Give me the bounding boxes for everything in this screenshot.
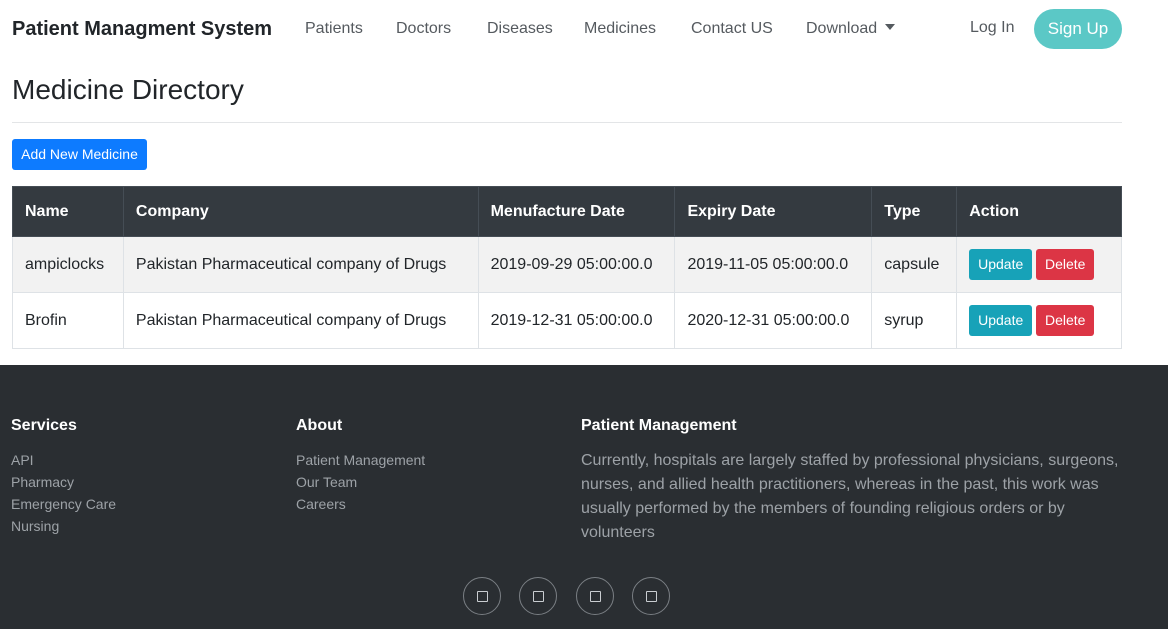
update-button[interactable]: Update bbox=[969, 249, 1033, 280]
caret-down-icon bbox=[885, 24, 896, 30]
header-manufacture-date: Menufacture Date bbox=[477, 186, 676, 237]
social-button[interactable] bbox=[576, 577, 614, 615]
footer-link-nursing[interactable]: Nursing bbox=[11, 515, 116, 537]
update-button[interactable]: Update bbox=[969, 305, 1033, 336]
cell-action: Update Delete bbox=[956, 292, 1122, 349]
footer-heading-patient-management: Patient Management bbox=[581, 417, 737, 434]
footer-heading-about: About bbox=[296, 417, 343, 434]
footer-heading-services: Services bbox=[11, 417, 77, 434]
cell-company: Pakistan Pharmaceutical company of Drugs bbox=[122, 292, 479, 349]
footer-link-patient-management[interactable]: Patient Management bbox=[296, 449, 425, 471]
footer: Services API Pharmacy Emergency Care Nur… bbox=[0, 365, 1168, 629]
cell-type: syrup bbox=[871, 292, 958, 349]
header-expiry-date: Expiry Date bbox=[674, 186, 873, 237]
cell-expiry-date: 2019-11-05 05:00:00.0 bbox=[674, 236, 873, 293]
login-link[interactable]: Log In bbox=[970, 19, 1014, 37]
footer-services: Services API Pharmacy Emergency Care Nur… bbox=[11, 417, 116, 537]
header-name: Name bbox=[12, 186, 124, 237]
header-type: Type bbox=[871, 186, 958, 237]
brand-title[interactable]: Patient Managment System bbox=[12, 18, 272, 41]
social-button[interactable] bbox=[632, 577, 670, 615]
nav-item-download[interactable]: Download bbox=[806, 20, 896, 38]
footer-link-api[interactable]: API bbox=[11, 449, 116, 471]
table-row: Brofin Pakistan Pharmaceutical company o… bbox=[12, 292, 1122, 349]
page-title: Medicine Directory bbox=[12, 74, 244, 105]
social-icon bbox=[477, 591, 488, 602]
cell-expiry-date: 2020-12-31 05:00:00.0 bbox=[674, 292, 873, 349]
social-icon bbox=[646, 591, 657, 602]
table-row: ampiclocks Pakistan Pharmaceutical compa… bbox=[12, 236, 1122, 293]
nav-item-diseases[interactable]: Diseases bbox=[487, 20, 553, 38]
cell-action: Update Delete bbox=[956, 236, 1122, 293]
social-icon bbox=[590, 591, 601, 602]
social-button[interactable] bbox=[463, 577, 501, 615]
footer-description: Currently, hospitals are largely staffed… bbox=[581, 452, 1119, 541]
add-medicine-button[interactable]: Add New Medicine bbox=[12, 139, 147, 170]
download-label: Download bbox=[806, 20, 878, 37]
table-header-row: Name Company Menufacture Date Expiry Dat… bbox=[12, 186, 1122, 237]
delete-button[interactable]: Delete bbox=[1036, 305, 1095, 336]
footer-link-our-team[interactable]: Our Team bbox=[296, 471, 425, 493]
footer-about: About Patient Management Our Team Career… bbox=[296, 417, 425, 515]
title-divider bbox=[12, 122, 1122, 123]
nav-item-doctors[interactable]: Doctors bbox=[396, 20, 451, 38]
nav-item-medicines[interactable]: Medicines bbox=[584, 20, 656, 38]
delete-button[interactable]: Delete bbox=[1036, 249, 1095, 280]
header-company: Company bbox=[122, 186, 479, 237]
footer-link-pharmacy[interactable]: Pharmacy bbox=[11, 471, 116, 493]
medicine-table: Name Company Menufacture Date Expiry Dat… bbox=[12, 186, 1122, 349]
nav-item-contact[interactable]: Contact US bbox=[691, 20, 773, 38]
nav-item-patients[interactable]: Patients bbox=[305, 20, 363, 38]
footer-link-emergency-care[interactable]: Emergency Care bbox=[11, 493, 116, 515]
social-button[interactable] bbox=[519, 577, 557, 615]
cell-company: Pakistan Pharmaceutical company of Drugs bbox=[122, 236, 479, 293]
header-action: Action bbox=[956, 186, 1122, 237]
cell-name: ampiclocks bbox=[12, 236, 124, 293]
social-icon bbox=[533, 591, 544, 602]
navbar: Patient Managment System Patients Doctor… bbox=[0, 0, 1168, 60]
footer-patient-management: Patient Management Currently, hospitals … bbox=[581, 417, 1126, 545]
cell-manufacture-date: 2019-12-31 05:00:00.0 bbox=[477, 292, 676, 349]
signup-button[interactable]: Sign Up bbox=[1034, 9, 1122, 49]
cell-manufacture-date: 2019-09-29 05:00:00.0 bbox=[477, 236, 676, 293]
cell-type: capsule bbox=[871, 236, 958, 293]
cell-name: Brofin bbox=[12, 292, 124, 349]
footer-link-careers[interactable]: Careers bbox=[296, 493, 425, 515]
